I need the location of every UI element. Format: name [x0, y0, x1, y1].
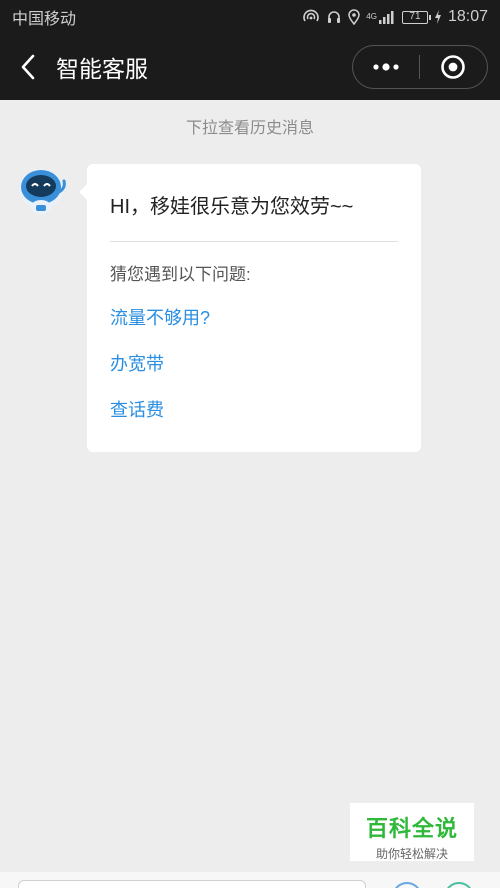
headset-icon	[326, 9, 342, 25]
send-button[interactable]	[444, 882, 474, 888]
more-dots-icon	[373, 63, 399, 71]
status-icons: 4G 71 18:07	[302, 8, 488, 26]
robot-avatar-icon	[19, 169, 66, 214]
signal-icon: 4G	[366, 10, 396, 24]
status-bar: 中国移动 4G 71 18:07	[0, 0, 500, 34]
chevron-left-icon	[21, 54, 35, 80]
target-close-icon	[441, 55, 465, 79]
close-program-button[interactable]	[420, 46, 486, 88]
navigation-bar: 智能客服	[0, 34, 500, 100]
watermark-title: 百科全说	[365, 816, 458, 841]
chat-input-bar	[0, 872, 500, 888]
bubble-divider	[110, 241, 398, 242]
watermark-logo: 百科全说 助你轻松解决	[350, 803, 474, 861]
question-link-data[interactable]: 流量不够用?	[110, 304, 210, 330]
location-icon	[348, 9, 361, 25]
watermark-subtitle: 助你轻松解决	[375, 847, 448, 861]
question-intro: 猜您遇到以下问题:	[110, 265, 251, 284]
message-input[interactable]	[18, 880, 366, 888]
voice-button[interactable]	[392, 882, 422, 888]
hotspot-icon	[302, 9, 320, 25]
charging-icon	[434, 10, 442, 24]
page-title: 智能客服	[56, 56, 148, 82]
greeting-text: HI，移娃很乐意为您效劳~~	[110, 196, 354, 218]
bot-message-bubble: HI，移娃很乐意为您效劳~~ 猜您遇到以下问题: 流量不够用? 办宽带 查话费	[79, 164, 421, 452]
clock-label: 18:07	[447, 8, 488, 25]
battery-icon: 71	[401, 10, 431, 24]
bot-avatar	[14, 163, 68, 221]
mini-program-capsule	[352, 45, 488, 89]
question-link-broadband[interactable]: 办宽带	[110, 350, 164, 376]
network-label: 4G	[366, 12, 377, 21]
pull-history-hint[interactable]: 下拉查看历史消息	[0, 114, 500, 138]
back-button[interactable]	[0, 34, 56, 100]
question-link-bill[interactable]: 查话费	[110, 396, 164, 422]
more-button[interactable]	[353, 46, 419, 88]
carrier-label: 中国移动	[12, 11, 77, 28]
